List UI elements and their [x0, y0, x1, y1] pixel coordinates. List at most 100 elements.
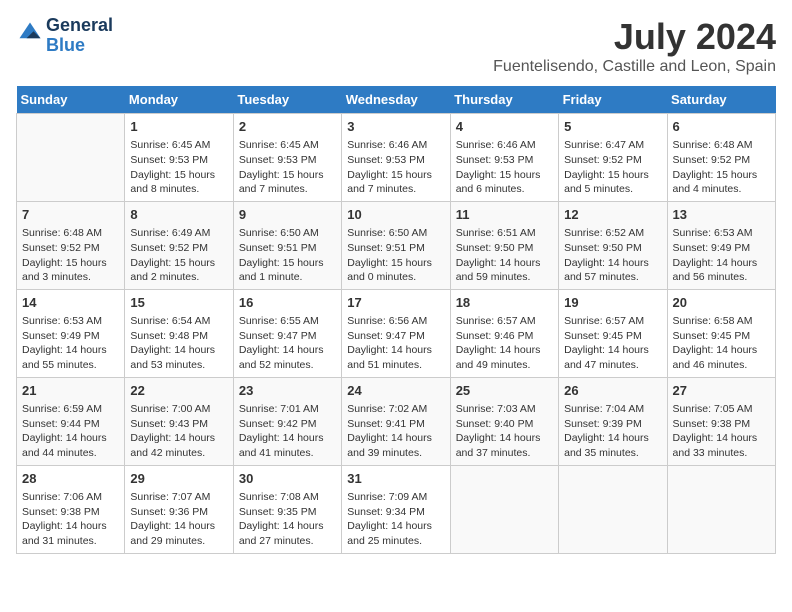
day-info: Sunrise: 6:50 AM Sunset: 9:51 PM Dayligh… — [239, 226, 336, 285]
day-info: Sunrise: 6:46 AM Sunset: 9:53 PM Dayligh… — [347, 138, 444, 197]
day-number: 11 — [456, 206, 553, 224]
calendar-cell: 27 Sunrise: 7:05 AM Sunset: 9:38 PM Dayli… — [667, 377, 775, 465]
calendar-cell: 25Sunrise: 7:03 AM Sunset: 9:40 PM Dayli… — [450, 377, 558, 465]
calendar-cell — [559, 465, 667, 553]
calendar-cell: 12 Sunrise: 6:52 AM Sunset: 9:50 PM Dayli… — [559, 201, 667, 289]
day-info: Sunrise: 6:48 AM Sunset: 9:52 PM Dayligh… — [22, 226, 119, 285]
day-of-week-saturday: Saturday — [667, 86, 775, 114]
day-info: Sunrise: 7:06 AM Sunset: 9:38 PM Dayligh… — [22, 490, 119, 549]
calendar-cell: 3 Sunrise: 6:46 AM Sunset: 9:53 PM Daylig… — [342, 114, 450, 202]
calendar-table: SundayMondayTuesdayWednesdayThursdayFrid… — [16, 86, 776, 554]
calendar-cell: 2 Sunrise: 6:45 AM Sunset: 9:53 PM Daylig… — [233, 114, 341, 202]
day-number: 12 — [564, 206, 661, 224]
location-title: Fuentelisendo, Castille and Leon, Spain — [493, 58, 776, 76]
day-number: 5 — [564, 118, 661, 136]
calendar-cell: 31 Sunrise: 7:09 AM Sunset: 9:34 PM Dayli… — [342, 465, 450, 553]
day-number: 17 — [347, 294, 444, 312]
calendar-cell: 17 Sunrise: 6:56 AM Sunset: 9:47 PM Dayli… — [342, 289, 450, 377]
day-info: Sunrise: 6:45 AM Sunset: 9:53 PM Dayligh… — [239, 138, 336, 197]
calendar-cell: 10Sunrise: 6:50 AM Sunset: 9:51 PM Dayli… — [342, 201, 450, 289]
calendar-cell: 21Sunrise: 6:59 AM Sunset: 9:44 PM Dayli… — [17, 377, 125, 465]
day-number: 16 — [239, 294, 336, 312]
day-info: Sunrise: 6:47 AM Sunset: 9:52 PM Dayligh… — [564, 138, 661, 197]
logo-icon — [16, 19, 44, 47]
day-info: Sunrise: 6:48 AM Sunset: 9:52 PM Dayligh… — [673, 138, 770, 197]
day-number: 28 — [22, 470, 119, 488]
day-info: Sunrise: 6:53 AM Sunset: 9:49 PM Dayligh… — [673, 226, 770, 285]
day-number: 26 — [564, 382, 661, 400]
day-number: 23 — [239, 382, 336, 400]
day-number: 27 — [673, 382, 770, 400]
day-info: Sunrise: 7:04 AM Sunset: 9:39 PM Dayligh… — [564, 402, 661, 461]
calendar-cell: 22 Sunrise: 7:00 AM Sunset: 9:43 PM Dayli… — [125, 377, 233, 465]
day-of-week-friday: Friday — [559, 86, 667, 114]
calendar-cell: 5 Sunrise: 6:47 AM Sunset: 9:52 PM Daylig… — [559, 114, 667, 202]
day-info: Sunrise: 6:57 AM Sunset: 9:46 PM Dayligh… — [456, 314, 553, 373]
day-info: Sunrise: 6:51 AM Sunset: 9:50 PM Dayligh… — [456, 226, 553, 285]
day-number: 1 — [130, 118, 227, 136]
calendar-cell: 11 Sunrise: 6:51 AM Sunset: 9:50 PM Dayli… — [450, 201, 558, 289]
day-number: 31 — [347, 470, 444, 488]
calendar-cell: 9 Sunrise: 6:50 AM Sunset: 9:51 PM Daylig… — [233, 201, 341, 289]
calendar-cell: 18 Sunrise: 6:57 AM Sunset: 9:46 PM Dayli… — [450, 289, 558, 377]
calendar-cell: 15 Sunrise: 6:54 AM Sunset: 9:48 PM Dayli… — [125, 289, 233, 377]
calendar-cell: 30 Sunrise: 7:08 AM Sunset: 9:35 PM Dayli… — [233, 465, 341, 553]
calendar-cell: 14 Sunrise: 6:53 AM Sunset: 9:49 PM Dayli… — [17, 289, 125, 377]
day-info: Sunrise: 6:57 AM Sunset: 9:45 PM Dayligh… — [564, 314, 661, 373]
calendar-cell: 16Sunrise: 6:55 AM Sunset: 9:47 PM Dayli… — [233, 289, 341, 377]
logo-text-general: General — [46, 16, 113, 36]
logo: General Blue — [16, 16, 113, 56]
day-info: Sunrise: 7:05 AM Sunset: 9:38 PM Dayligh… — [673, 402, 770, 461]
day-info: Sunrise: 6:45 AM Sunset: 9:53 PM Dayligh… — [130, 138, 227, 197]
calendar-cell: 23 Sunrise: 7:01 AM Sunset: 9:42 PM Dayli… — [233, 377, 341, 465]
day-of-week-wednesday: Wednesday — [342, 86, 450, 114]
day-info: Sunrise: 6:56 AM Sunset: 9:47 PM Dayligh… — [347, 314, 444, 373]
logo-text-blue: Blue — [46, 36, 113, 56]
day-info: Sunrise: 6:52 AM Sunset: 9:50 PM Dayligh… — [564, 226, 661, 285]
day-number: 9 — [239, 206, 336, 224]
day-number: 2 — [239, 118, 336, 136]
day-number: 30 — [239, 470, 336, 488]
calendar-cell: 19Sunrise: 6:57 AM Sunset: 9:45 PM Dayli… — [559, 289, 667, 377]
calendar-cell: 1 Sunrise: 6:45 AM Sunset: 9:53 PM Daylig… — [125, 114, 233, 202]
day-info: Sunrise: 7:09 AM Sunset: 9:34 PM Dayligh… — [347, 490, 444, 549]
day-info: Sunrise: 6:50 AM Sunset: 9:51 PM Dayligh… — [347, 226, 444, 285]
day-of-week-sunday: Sunday — [17, 86, 125, 114]
day-info: Sunrise: 6:53 AM Sunset: 9:49 PM Dayligh… — [22, 314, 119, 373]
day-number: 7 — [22, 206, 119, 224]
day-info: Sunrise: 6:58 AM Sunset: 9:45 PM Dayligh… — [673, 314, 770, 373]
day-info: Sunrise: 7:01 AM Sunset: 9:42 PM Dayligh… — [239, 402, 336, 461]
day-info: Sunrise: 6:59 AM Sunset: 9:44 PM Dayligh… — [22, 402, 119, 461]
calendar-cell: 4Sunrise: 6:46 AM Sunset: 9:53 PM Daylig… — [450, 114, 558, 202]
calendar-cell — [450, 465, 558, 553]
day-info: Sunrise: 6:46 AM Sunset: 9:53 PM Dayligh… — [456, 138, 553, 197]
calendar-cell — [17, 114, 125, 202]
calendar-cell: 20 Sunrise: 6:58 AM Sunset: 9:45 PM Dayli… — [667, 289, 775, 377]
day-info: Sunrise: 6:54 AM Sunset: 9:48 PM Dayligh… — [130, 314, 227, 373]
calendar-cell: 6 Sunrise: 6:48 AM Sunset: 9:52 PM Daylig… — [667, 114, 775, 202]
day-info: Sunrise: 7:03 AM Sunset: 9:40 PM Dayligh… — [456, 402, 553, 461]
day-number: 6 — [673, 118, 770, 136]
calendar-cell: 26 Sunrise: 7:04 AM Sunset: 9:39 PM Dayli… — [559, 377, 667, 465]
calendar-cell — [667, 465, 775, 553]
day-number: 14 — [22, 294, 119, 312]
title-block: July 2024 Fuentelisendo, Castille and Le… — [493, 16, 776, 76]
day-number: 3 — [347, 118, 444, 136]
day-number: 22 — [130, 382, 227, 400]
calendar-cell: 24 Sunrise: 7:02 AM Sunset: 9:41 PM Dayli… — [342, 377, 450, 465]
day-number: 18 — [456, 294, 553, 312]
day-of-week-thursday: Thursday — [450, 86, 558, 114]
day-info: Sunrise: 7:00 AM Sunset: 9:43 PM Dayligh… — [130, 402, 227, 461]
day-number: 24 — [347, 382, 444, 400]
day-number: 13 — [673, 206, 770, 224]
day-info: Sunrise: 7:02 AM Sunset: 9:41 PM Dayligh… — [347, 402, 444, 461]
day-number: 15 — [130, 294, 227, 312]
day-number: 20 — [673, 294, 770, 312]
day-info: Sunrise: 7:08 AM Sunset: 9:35 PM Dayligh… — [239, 490, 336, 549]
page-header: General Blue July 2024 Fuentelisendo, Ca… — [16, 16, 776, 76]
calendar-cell: 13 Sunrise: 6:53 AM Sunset: 9:49 PM Dayli… — [667, 201, 775, 289]
day-info: Sunrise: 7:07 AM Sunset: 9:36 PM Dayligh… — [130, 490, 227, 549]
month-title: July 2024 — [493, 16, 776, 58]
day-of-week-tuesday: Tuesday — [233, 86, 341, 114]
day-number: 8 — [130, 206, 227, 224]
